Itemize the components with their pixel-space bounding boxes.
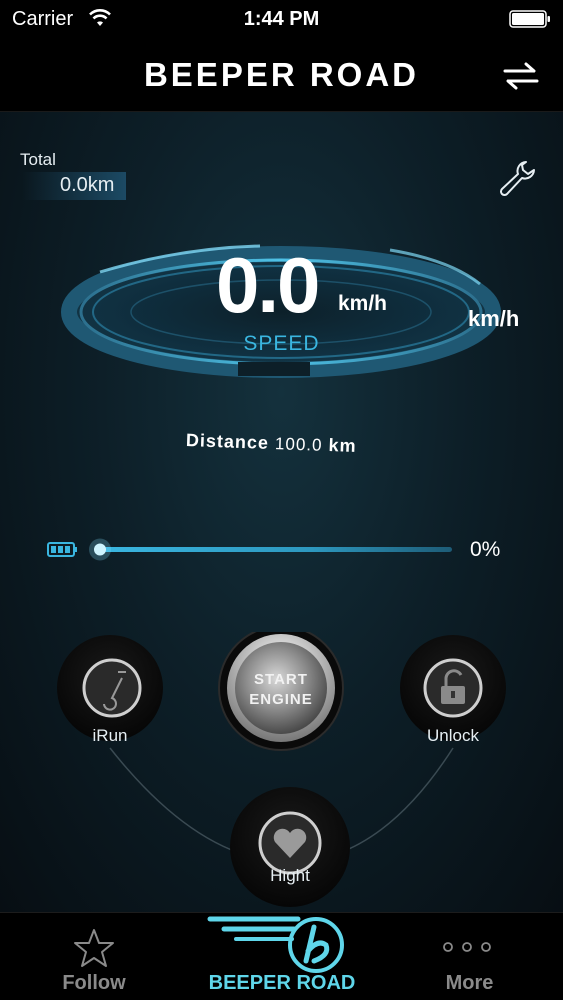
speed-value: 0.0 [216, 241, 320, 329]
irun-label: iRun [92, 726, 128, 745]
hight-button-hit[interactable] [230, 787, 350, 907]
tab-beeper-road[interactable]: BEEPER ROAD [188, 913, 376, 1000]
total-value: 0.0km [60, 174, 115, 196]
battery-track [100, 547, 452, 552]
unlock-label: Unlock [427, 726, 479, 745]
more-dots-icon [443, 942, 491, 952]
tab-follow[interactable]: Follow [0, 913, 188, 1000]
nav-header: BEEPER ROAD [0, 40, 563, 112]
app-title: BEEPER ROAD [143, 56, 420, 93]
speed-unit: km/h [338, 292, 388, 315]
distance-readout: Distance 100.0 km [186, 430, 357, 457]
battery-level-row: 0% [0, 532, 563, 572]
battery-status-icon [509, 10, 550, 28]
total-label: Total [20, 150, 56, 169]
battery-percent: 0% [470, 538, 501, 561]
hight-label: Hight [270, 866, 310, 885]
speed-label: SPEED [243, 332, 320, 355]
distance-unit: km [328, 434, 357, 456]
status-bar: Carrier 1:44 PM [0, 0, 563, 40]
battery-icon [47, 542, 77, 557]
dashboard: Total 0.0km 0.0 km/h km/h SPEED Distance… [0, 112, 563, 912]
beeper-road-logo-icon [207, 916, 344, 973]
speed-unit-secondary: km/h [468, 306, 520, 331]
total-distance: Total 0.0km [18, 150, 128, 206]
star-icon [74, 929, 114, 967]
tab-follow-label: Follow [62, 972, 126, 994]
tab-bar: Follow BEEPER ROAD More [0, 912, 563, 1000]
tab-beeper-road-label: BEEPER ROAD [208, 972, 356, 994]
distance-label: Distance [185, 430, 270, 453]
status-time: 1:44 PM [243, 8, 320, 30]
start-engine-button-hit[interactable] [219, 626, 343, 750]
tab-more[interactable]: More [376, 913, 563, 1000]
wrench-icon[interactable] [496, 158, 538, 198]
swap-arrows-icon[interactable] [501, 60, 541, 92]
distance-value: 100.0 [274, 434, 323, 455]
tab-more-label: More [445, 972, 494, 994]
